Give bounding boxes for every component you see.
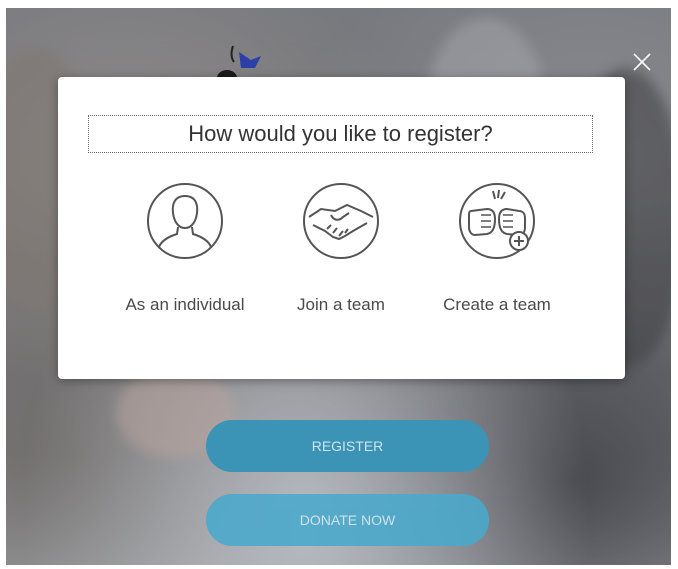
page-background: How would you like to register? As an in…	[6, 8, 671, 565]
fist-bump-plus-icon	[459, 183, 535, 259]
option-individual-label: As an individual	[125, 295, 245, 314]
option-join-team[interactable]: Join a team	[266, 181, 416, 331]
option-create-team-label: Create a team	[443, 295, 551, 314]
register-modal: How would you like to register? As an in…	[58, 77, 625, 379]
option-individual[interactable]: As an individual	[110, 181, 260, 331]
register-button[interactable]: REGISTER	[206, 420, 489, 472]
person-icon	[147, 183, 223, 259]
close-icon[interactable]	[630, 50, 654, 74]
option-create-team[interactable]: Create a team	[422, 181, 572, 331]
donate-now-button[interactable]: DONATE NOW	[206, 494, 489, 546]
option-join-team-label: Join a team	[297, 295, 385, 314]
modal-title: How would you like to register?	[88, 115, 593, 153]
handshake-icon	[303, 183, 379, 259]
